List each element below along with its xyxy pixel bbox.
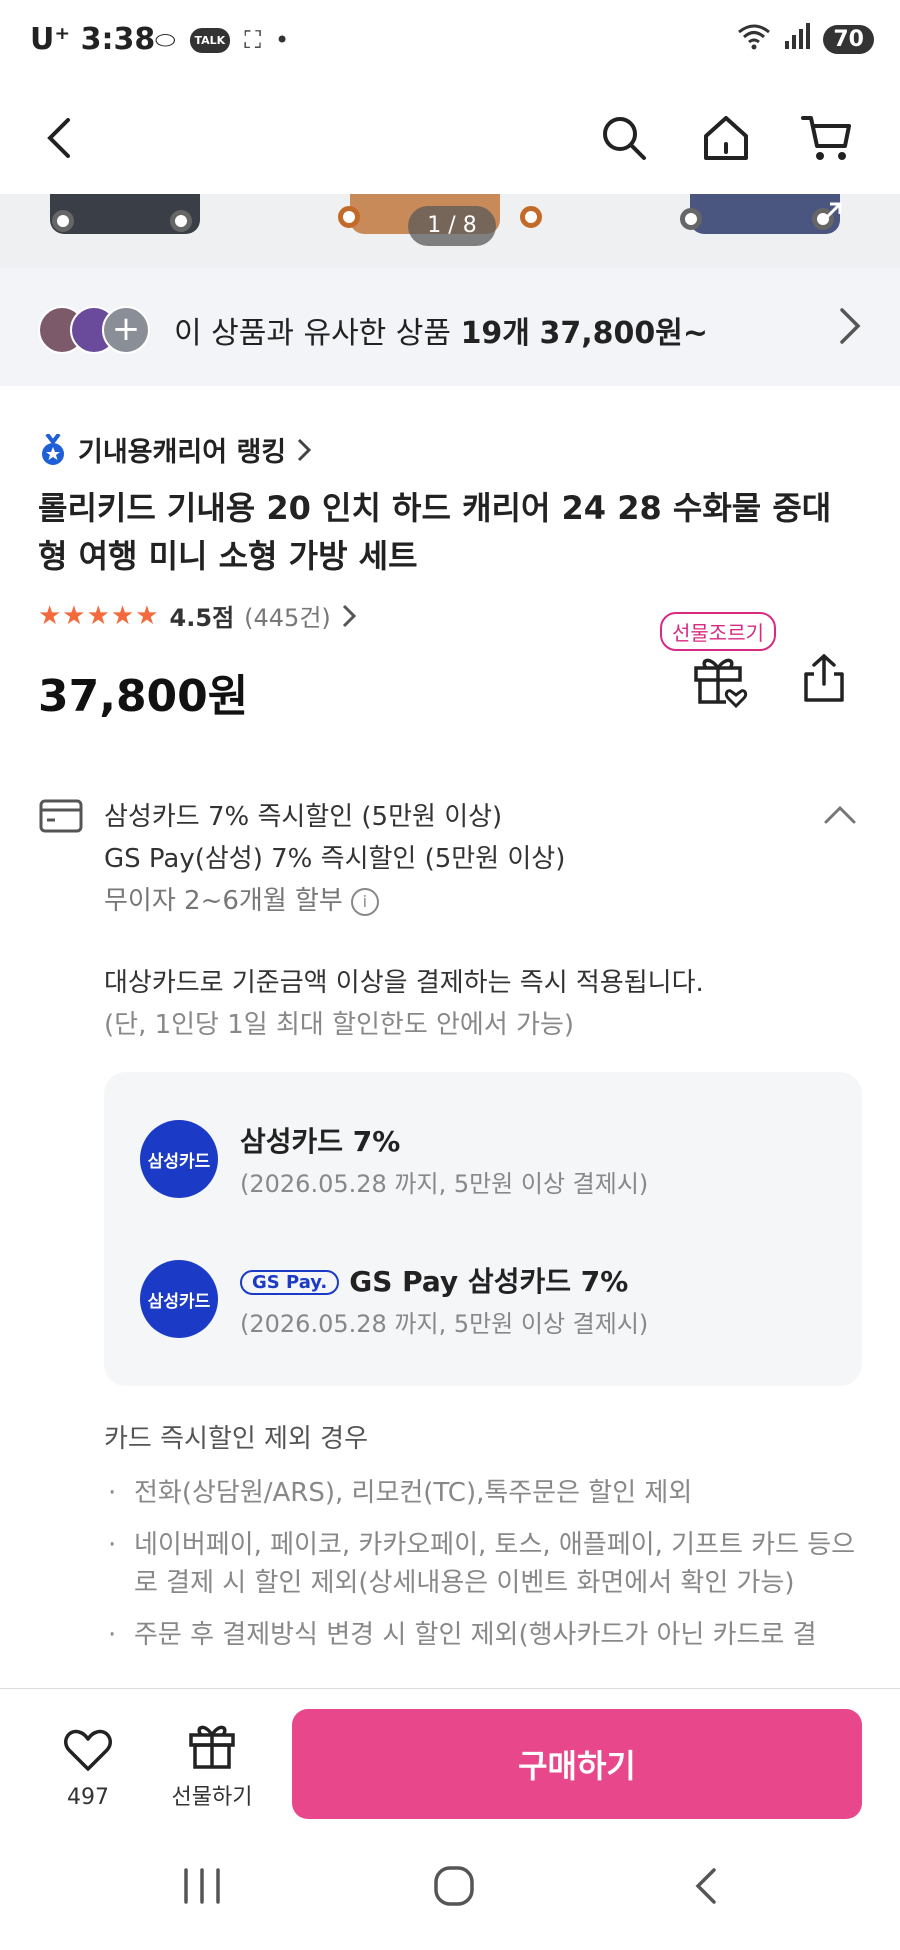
card-offer-gspay: 삼성카드 GS Pay. GS Pay 삼성카드 7% (2026.05.28 까…	[140, 1260, 820, 1340]
talk-icon: TALK	[189, 27, 231, 53]
recent-apps-icon[interactable]	[180, 1866, 224, 1910]
search-icon[interactable]	[592, 106, 656, 170]
card-offer-condition: (2026.05.28 까지, 5만원 이상 결제시)	[240, 1170, 649, 1198]
wifi-icon	[737, 22, 771, 56]
rating-stars: ★★★★★	[38, 600, 160, 631]
chevron-right-icon	[836, 304, 864, 352]
similar-products-banner[interactable]: + 이 상품과 유사한 상품 19개 37,800원~	[0, 268, 900, 386]
back-arrow-icon[interactable]	[28, 106, 92, 170]
gift-button[interactable]: 선물하기	[168, 1721, 256, 1811]
ranking-label: 기내용캐리어 랭킹	[78, 437, 287, 468]
card-offers-box: 삼성카드 삼성카드 7% (2026.05.28 까지, 5만원 이상 결제시)…	[104, 1072, 862, 1386]
wheel	[338, 206, 360, 228]
battery-indicator: 70	[823, 24, 874, 54]
signal-icon	[783, 23, 811, 55]
chevron-up-icon[interactable]	[820, 800, 860, 832]
wheel	[52, 210, 74, 232]
like-count: 497	[67, 1785, 109, 1810]
buy-button[interactable]: 구매하기	[292, 1709, 862, 1819]
home-circle-icon[interactable]	[432, 1866, 476, 1910]
heart-icon	[64, 1729, 112, 1771]
dot-icon: •	[275, 26, 290, 54]
status-time: U⁺ 3:38	[30, 22, 156, 57]
screenshot-icon: ⛶	[244, 26, 262, 54]
card-offer-condition: (2026.05.28 까지, 5만원 이상 결제시)	[240, 1310, 649, 1338]
review-count: (445건)	[244, 604, 331, 632]
notice-subtext: (단, 1인당 1일 최대 할인한도 안에서 가능)	[104, 1010, 575, 1040]
gift-button-label: 선물하기	[171, 1785, 253, 1810]
product-price: 37,800원	[38, 671, 249, 722]
credit-card-icon	[38, 798, 84, 838]
card-offer-name: GS Pay. GS Pay 삼성카드 7%	[240, 1260, 628, 1300]
gift-request-badge[interactable]: 선물조르기	[660, 612, 776, 651]
plus-icon: +	[102, 306, 150, 354]
exclusion-item: 주문 후 결제방식 변경 시 할인 제외(행사카드가 아닌 카드로 결	[104, 1616, 864, 1654]
product-image-gallery[interactable]: 1 / 8	[0, 194, 900, 268]
rating-score: 4.5점	[169, 604, 235, 632]
cart-icon[interactable]	[794, 106, 858, 170]
exclusion-title: 카드 즉시할인 제외 경우	[104, 1424, 368, 1454]
like-button[interactable]	[56, 1727, 120, 1777]
exclusion-item: 네이버페이, 페이코, 카카오페이, 토스, 애플페이, 기프트 카드 등으로 …	[104, 1526, 864, 1602]
samsung-card-logo: 삼성카드	[140, 1260, 218, 1338]
discount-line-2: GS Pay(삼성) 7% 즉시할인 (5만원 이상)	[104, 844, 566, 874]
discount-line-1: 삼성카드 7% 즉시할인 (5만원 이상)	[104, 802, 503, 832]
notice-text: 대상카드로 기준금액 이상을 결제하는 즉시 적용됩니다.	[104, 968, 704, 998]
status-icons: ⬭ TALK ⛶ •	[155, 26, 289, 54]
chevron-right-icon	[342, 604, 356, 627]
image-pager: 1 / 8	[408, 206, 496, 246]
medal-icon	[42, 433, 64, 465]
status-bar: U⁺ 3:38 ⬭ TALK ⛶ • 70	[0, 0, 900, 86]
product-title: 롤리키드 기내용 20 인치 하드 캐리어 24 28 수화물 중대형 여행 미…	[38, 489, 832, 575]
card-offer-samsung: 삼성카드 삼성카드 7% (2026.05.28 까지, 5만원 이상 결제시)	[140, 1120, 820, 1200]
wheel	[680, 208, 702, 230]
samsung-card-logo: 삼성카드	[140, 1120, 218, 1198]
category-ranking-link[interactable]: 기내용캐리어 랭킹	[38, 430, 312, 469]
link-icon: ⬭	[155, 26, 176, 54]
bottom-action-bar: 497 선물하기 구매하기	[0, 1688, 900, 1830]
exclusion-list: 전화(상담원/ARS), 리모컨(TC),톡주문은 할인 제외 네이버페이, 페…	[104, 1474, 864, 1668]
share-icon[interactable]	[800, 652, 848, 708]
discount-notice: 대상카드로 기준금액 이상을 결제하는 즉시 적용됩니다. (단, 1인당 1일…	[104, 962, 704, 1046]
home-icon[interactable]	[694, 106, 758, 170]
system-navigation-bar	[0, 1830, 900, 1950]
exclusion-item: 전화(상담원/ARS), 리모컨(TC),톡주문은 할인 제외	[104, 1474, 864, 1512]
similar-thumbnails: +	[38, 306, 164, 354]
gift-icon	[189, 1725, 235, 1769]
info-icon[interactable]: i	[350, 887, 379, 916]
card-offer-name: 삼성카드 7%	[240, 1125, 401, 1158]
chevron-right-icon	[298, 438, 312, 461]
gift-icon[interactable]	[690, 652, 750, 712]
wheel	[170, 210, 192, 232]
product-rating[interactable]: ★★★★★ 4.5점 (445건)	[38, 598, 357, 633]
back-chevron-icon[interactable]	[690, 1866, 722, 1910]
card-discount-summary: 삼성카드 7% 즉시할인 (5만원 이상) GS Pay(삼성) 7% 즉시할인…	[104, 796, 565, 922]
wheel	[520, 206, 542, 228]
top-navigation	[0, 86, 900, 194]
installment-line: 무이자 2~6개월 할부 i	[104, 880, 565, 922]
gspay-badge: GS Pay.	[240, 1270, 340, 1295]
expand-icon[interactable]	[812, 194, 852, 230]
status-right: 70	[737, 22, 874, 56]
similar-products-text: 이 상품과 유사한 상품 19개 37,800원~	[174, 316, 708, 351]
